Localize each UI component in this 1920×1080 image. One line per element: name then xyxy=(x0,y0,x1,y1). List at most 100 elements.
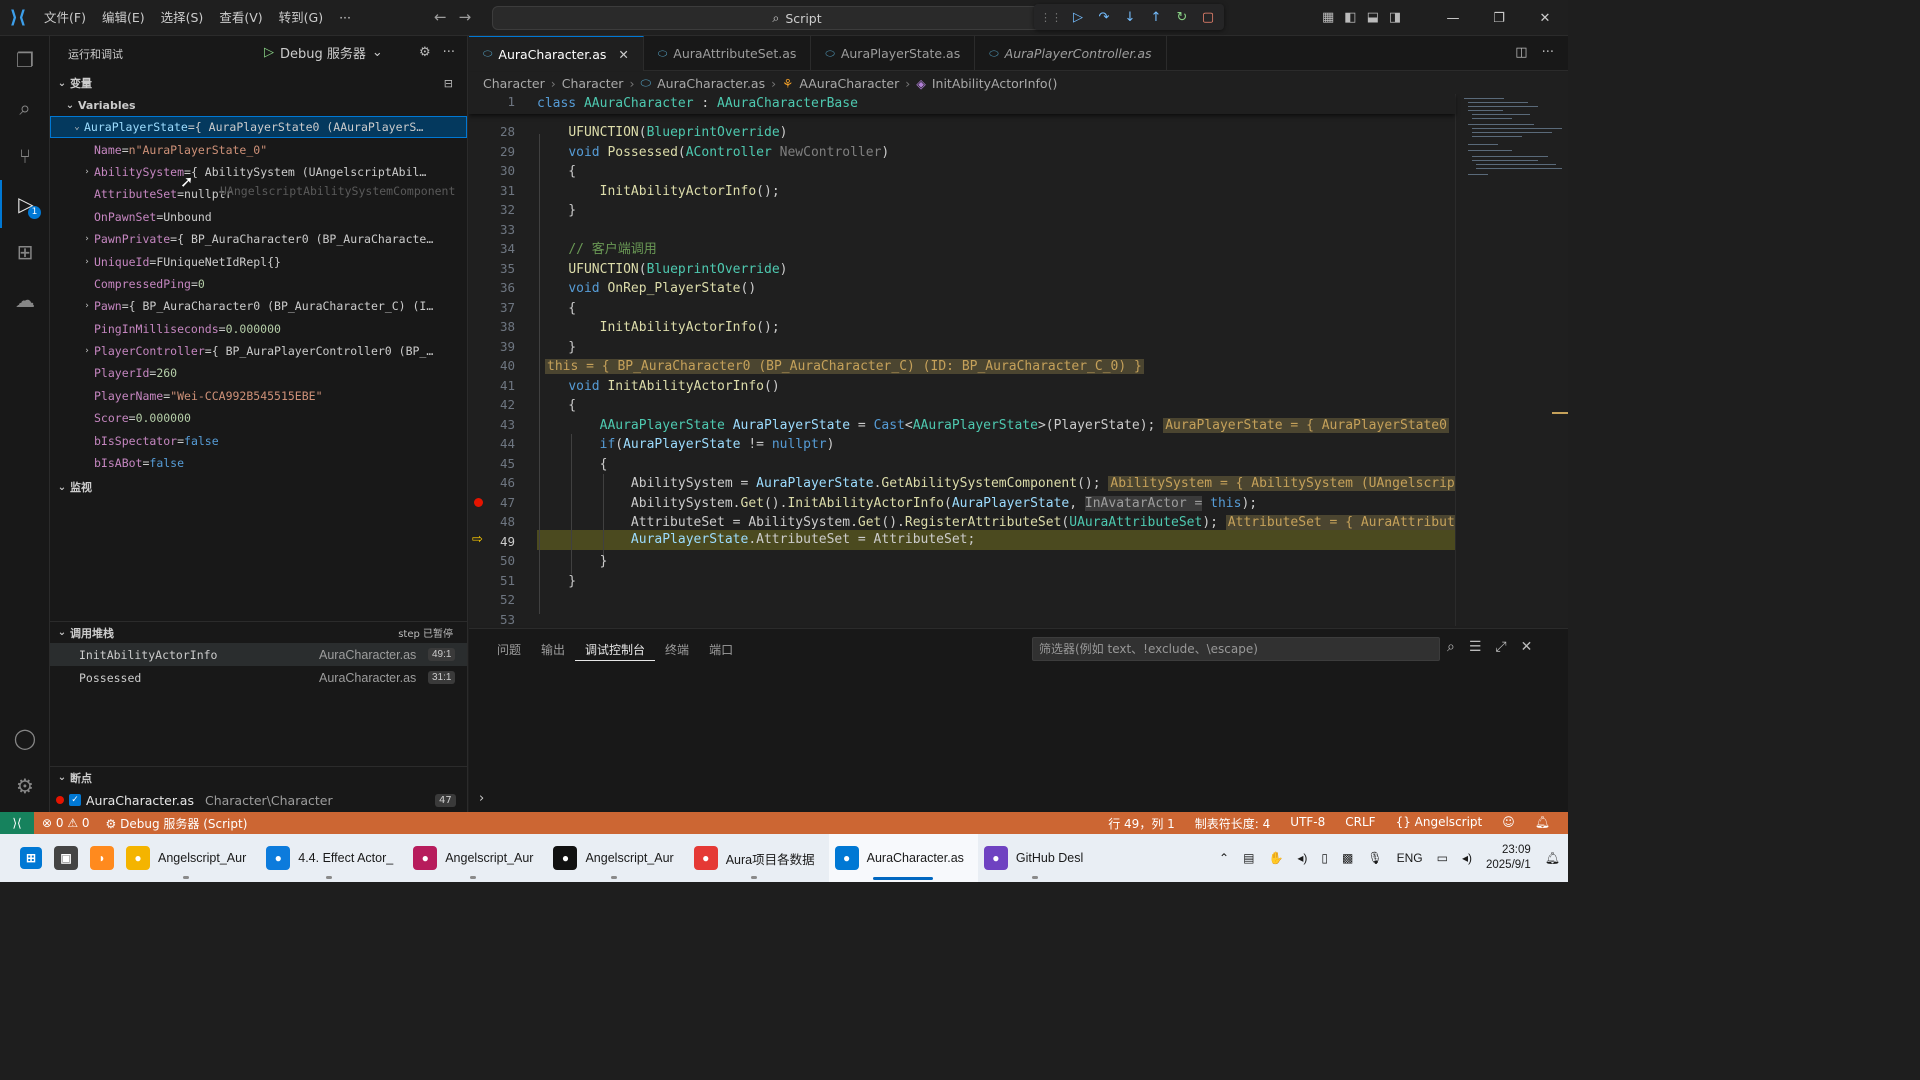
menu-file[interactable]: 文件(F) xyxy=(36,0,94,36)
close-tab-icon[interactable]: ✕ xyxy=(618,47,628,62)
variable-row[interactable]: › PlayerController = { BP_AuraPlayerContr… xyxy=(50,340,467,362)
start-debug-icon[interactable]: ▷ xyxy=(264,45,274,60)
problems-count[interactable]: ⊗ 0 ⚠ 0 xyxy=(34,816,98,830)
tab-terminal[interactable]: 终端 xyxy=(655,639,699,661)
back-arrow-icon[interactable]: ← xyxy=(434,8,447,26)
tab-debug-console[interactable]: 调试控制台 xyxy=(575,639,656,661)
taskbar-app-button[interactable]: ● Angelscript_Aur xyxy=(407,834,547,882)
tab-auraplayercontroller[interactable]: ⬭ AuraPlayerController.as xyxy=(975,36,1167,71)
more-actions-icon[interactable]: ··· xyxy=(1542,45,1554,60)
variable-row[interactable]: bIsABot = false xyxy=(50,452,467,474)
input-language[interactable]: ENG xyxy=(1397,851,1423,865)
breadcrumb-item[interactable]: AAuraCharacter xyxy=(799,76,899,91)
callstack-frame[interactable]: Possessed AuraCharacter.as 31:1 xyxy=(50,666,467,689)
variables-group[interactable]: ⌄ Variables xyxy=(50,94,467,116)
forward-arrow-icon[interactable]: → xyxy=(459,8,472,26)
callstack-section-header[interactable]: ⌄ 调用堆栈 step 已暂停 xyxy=(50,621,467,643)
menu-edit[interactable]: 编辑(E) xyxy=(94,0,153,36)
breadcrumb-item[interactable]: InitAbilityActorInfo() xyxy=(932,76,1058,91)
restore-icon[interactable]: ❐ xyxy=(1476,0,1522,36)
menu-more[interactable]: ··· xyxy=(331,0,359,36)
taskbar-app-button[interactable]: ● Angelscript_Aur xyxy=(120,834,260,882)
split-editor-icon[interactable]: ◫ xyxy=(1515,45,1527,60)
callstack-frame[interactable]: InitAbilityActorInfo AuraCharacter.as 49… xyxy=(50,643,467,666)
debug-session-status[interactable]: ⚙ Debug 服务器 (Script) xyxy=(98,815,256,832)
breakpoint-item[interactable]: ✓ AuraCharacter.as Character\Character 4… xyxy=(50,789,467,811)
maximize-panel-icon[interactable]: ⤢ xyxy=(1495,639,1506,655)
variable-row[interactable]: PlayerId = 260 xyxy=(50,362,467,384)
search-view-icon[interactable]: ⌕ xyxy=(0,84,50,132)
step-over-icon[interactable]: ↷ xyxy=(1094,7,1114,27)
debug-config-select[interactable]: ▷ Debug 服务器 ⌄ xyxy=(264,43,383,62)
minimize-icon[interactable]: — xyxy=(1430,0,1476,36)
network-icon[interactable]: ▭ xyxy=(1437,851,1448,865)
sticky-scroll[interactable]: 1 class AAuraCharacter : AAuraCharacterB… xyxy=(469,94,1455,114)
clear-console-icon[interactable]: ☰ xyxy=(1469,639,1482,655)
start-button[interactable]: ⊞ xyxy=(0,834,48,882)
taskbar-app-button[interactable]: ● GitHub Desl xyxy=(978,834,1097,882)
chevron-right-icon[interactable]: › xyxy=(80,234,94,244)
breadcrumb-item[interactable]: AuraCharacter.as xyxy=(657,76,765,91)
variable-row[interactable]: OnPawnSet = Unbound xyxy=(50,206,467,228)
task-view-button[interactable]: ▣ xyxy=(48,834,84,882)
variable-row[interactable]: CompressedPing = 0 xyxy=(50,273,467,295)
customize-layout-icon[interactable]: ▦ xyxy=(1322,10,1334,25)
step-into-icon[interactable]: ↓ xyxy=(1120,7,1140,27)
step-out-icon[interactable]: ↑ xyxy=(1146,7,1166,27)
chevron-down-icon[interactable]: ⌄ xyxy=(372,45,383,60)
taskbar-app-button[interactable]: ● Aura项目各数据 xyxy=(688,834,829,882)
manage-gear-icon[interactable]: ⚙ xyxy=(0,762,50,810)
speaker-icon[interactable]: ◂) xyxy=(1462,851,1472,865)
tab-ports[interactable]: 端口 xyxy=(699,639,743,661)
menu-selection[interactable]: 选择(S) xyxy=(153,0,212,36)
account-icon[interactable]: ◯ xyxy=(0,714,50,762)
continue-icon[interactable]: ▷ xyxy=(1068,7,1088,27)
drag-handle-icon[interactable]: ⋮⋮ xyxy=(1040,11,1062,24)
variable-row[interactable]: PingInMilliseconds = 0.000000 xyxy=(50,318,467,340)
more-actions-icon[interactable]: ··· xyxy=(443,45,455,60)
code-editor[interactable]: 1 class AAuraCharacter : AAuraCharacterB… xyxy=(469,94,1568,626)
taskbar-app-button[interactable]: ● Angelscript_Aur xyxy=(547,834,687,882)
copilot-icon[interactable]: ☺ xyxy=(1494,815,1523,832)
tray-app-icon[interactable]: ▤ xyxy=(1243,851,1254,865)
notifications-bell-icon[interactable]: 🔔︎ xyxy=(1527,815,1558,832)
nvidia-icon[interactable]: ▩ xyxy=(1342,851,1353,865)
stop-icon[interactable]: ▢ xyxy=(1198,7,1218,27)
source-control-icon[interactable]: ⑂ xyxy=(0,132,50,180)
tab-problems[interactable]: 问题 xyxy=(487,639,531,661)
tab-auracharacter[interactable]: ⬭ AuraCharacter.as ✕ xyxy=(469,36,644,71)
chevron-down-icon[interactable]: ⌄ xyxy=(70,122,84,132)
close-panel-icon[interactable]: ✕ xyxy=(1521,639,1533,655)
encoding[interactable]: UTF-8 xyxy=(1282,815,1333,832)
chevron-right-icon[interactable]: › xyxy=(80,257,94,267)
remote-indicator-icon[interactable]: ⟩⟨ xyxy=(0,812,34,834)
toggle-panel-icon[interactable]: ⬓ xyxy=(1367,10,1379,25)
tray-app-icon[interactable]: ✋ xyxy=(1268,851,1283,865)
extensions-icon[interactable]: ⊞ xyxy=(0,228,50,276)
taskbar-app-button[interactable]: ● 4.4. Effect Actor_ xyxy=(260,834,407,882)
variable-row[interactable]: Name = n"AuraPlayerState_0" xyxy=(50,138,467,160)
pinned-app-button[interactable]: ◗ xyxy=(84,834,120,882)
tab-auraplayerstate[interactable]: ⬭ AuraPlayerState.as xyxy=(811,36,976,71)
collapse-all-icon[interactable]: ⊟ xyxy=(444,77,453,90)
remote-explorer-icon[interactable]: ☁ xyxy=(0,276,50,324)
close-window-icon[interactable]: ✕ xyxy=(1522,0,1568,36)
tab-auraattributeset[interactable]: ⬭ AuraAttributeSet.as xyxy=(644,36,812,71)
variable-row[interactable]: › AbilitySystem = { AbilitySystem (UAngel… xyxy=(50,161,467,183)
command-center-search[interactable]: ⌕ Script xyxy=(492,6,1102,30)
tab-output[interactable]: 输出 xyxy=(531,639,575,661)
toggle-sidebar-icon[interactable]: ◧ xyxy=(1344,10,1356,25)
watch-section-header[interactable]: ⌄ 监视 xyxy=(50,476,467,498)
minimap[interactable] xyxy=(1455,94,1568,626)
breadcrumb-item[interactable]: Character xyxy=(562,76,624,91)
explorer-icon[interactable]: ❐ xyxy=(0,36,50,84)
chevron-right-icon[interactable]: › xyxy=(80,167,94,177)
volume-mixer-icon[interactable]: ◂) xyxy=(1297,851,1307,865)
variable-row[interactable]: PlayerName = "Wei-CCA992B545515EBE" xyxy=(50,385,467,407)
toggle-secondary-sidebar-icon[interactable]: ◨ xyxy=(1389,10,1401,25)
variables-section-header[interactable]: ⌄ 变量 ⊟ xyxy=(50,72,467,94)
variable-row[interactable]: bIsSpectator = false xyxy=(50,429,467,451)
chevron-right-icon[interactable]: › xyxy=(80,301,94,311)
usb-icon[interactable]: ▯ xyxy=(1321,851,1328,865)
cursor-position[interactable]: 行 49，列 1 xyxy=(1100,815,1183,832)
